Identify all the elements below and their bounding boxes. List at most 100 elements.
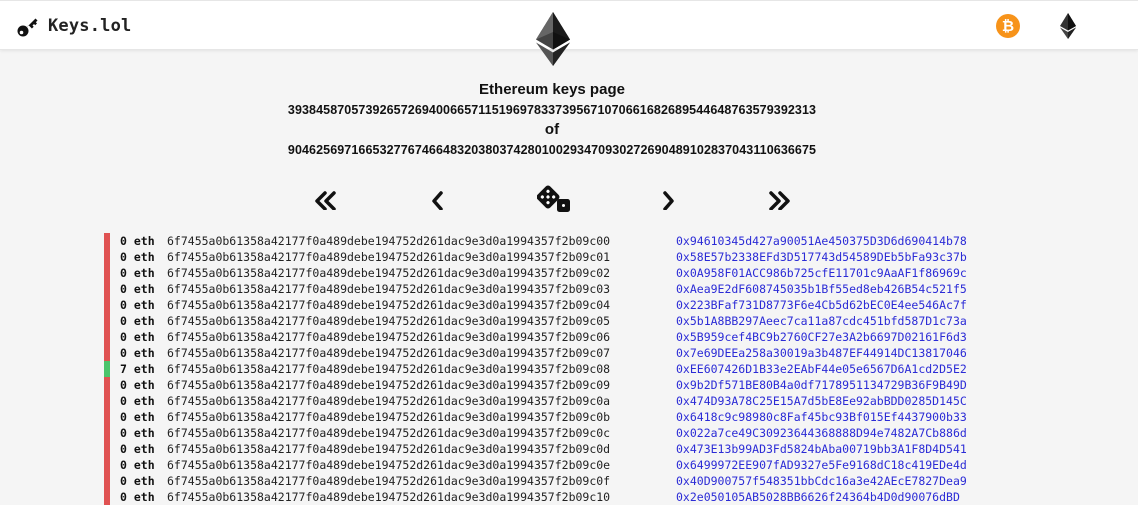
key-icon [17,18,38,37]
balance-label: 7 eth [120,362,155,376]
total-pages-number: 9046256971665327767466483203803742801002… [287,143,817,157]
balance-status-indicator [104,345,110,361]
address-link[interactable]: 0x6499972EE907fAD9327e5Fe9168dC18c419EDe… [676,457,967,473]
balance-status-indicator [104,265,110,281]
balance-status-indicator [104,473,110,489]
private-key: 6f7455a0b61358a42177f0a489debe194752d261… [167,266,611,280]
balance-label: 0 eth [120,474,155,488]
of-label: of [544,121,560,138]
balance-label: 0 eth [120,298,155,312]
dice-icon [537,185,570,212]
balance-status-indicator [104,313,110,329]
private-key: 6f7455a0b61358a42177f0a489debe194752d261… [167,234,611,248]
address-link[interactable]: 0x94610345d427a90051Ae450375D3D6d690414b… [676,233,967,249]
address-link[interactable]: 0x473E13b99AD3Fd5824bAba00719bb3A1F8D4D5… [676,441,967,457]
key-row: 0 eth 6f7455a0b61358a42177f0a489debe19475… [104,425,1104,441]
balance-status-indicator [104,393,110,409]
last-page-button[interactable] [764,180,796,220]
key-row: 0 eth 6f7455a0b61358a42177f0a489debe19475… [104,281,1104,297]
address-link[interactable]: 0x474D93A78C25E15A7d5bE8Ee92abBDD0285D14… [676,393,967,409]
private-key: 6f7455a0b61358a42177f0a489debe194752d261… [167,330,611,344]
previous-page-button[interactable] [424,180,450,220]
balance-status-indicator [104,489,110,505]
next-page-button[interactable] [656,180,682,220]
bitcoin-icon[interactable]: ₿ [996,14,1020,38]
address-link[interactable]: 0x5B959cef4BC9b2760CF27e3A2b6697D02161F6… [676,329,967,345]
balance-label: 0 eth [120,410,155,424]
private-key: 6f7455a0b61358a42177f0a489debe194752d261… [167,314,611,328]
double-chevron-right-icon [769,191,790,210]
address-link[interactable]: 0x6418c9c98980c8Faf45bc93Bf015Ef4437900b… [676,409,967,425]
first-page-button[interactable] [309,180,341,220]
key-row: 0 eth 6f7455a0b61358a42177f0a489debe19475… [104,265,1104,281]
key-row: 0 eth 6f7455a0b61358a42177f0a489debe19475… [104,345,1104,361]
address-link[interactable]: 0x022a7ce49C30923644368888D94e7482A7Cb88… [676,425,967,441]
balance-label: 0 eth [120,346,155,360]
current-page-number: 3938458705739265726940066571151969783373… [287,103,817,117]
ethereum-logo-icon [536,12,570,66]
key-row: 0 eth 6f7455a0b61358a42177f0a489debe19475… [104,393,1104,409]
brand-name: Keys.lol [48,16,132,36]
address-link[interactable]: 0x223BFaf731D8773F6e4Cb5d62bEC0E4ee546Ac… [676,297,967,313]
private-key: 6f7455a0b61358a42177f0a489debe194752d261… [167,378,611,392]
address-link[interactable]: 0x9b2Df571BE80B4a0df7178951134729B36F9B4… [676,377,967,393]
balance-label: 0 eth [120,330,155,344]
balance-status-indicator [104,249,110,265]
address-link[interactable]: 0x58E57b2338EFd3D517743d54589DEb5bFa93c3… [676,249,967,265]
key-row: 7 eth 6f7455a0b61358a42177f0a489debe19475… [104,361,1104,377]
balance-label: 0 eth [120,282,155,296]
page-title: Ethereum keys page [479,81,625,98]
balance-label: 0 eth [120,442,155,456]
key-row: 0 eth 6f7455a0b61358a42177f0a489debe19475… [104,409,1104,425]
keys-list: 0 eth 6f7455a0b61358a42177f0a489debe19475… [104,233,1104,505]
key-row: 0 eth 6f7455a0b61358a42177f0a489debe19475… [104,489,1104,505]
chevron-right-icon [663,191,674,210]
balance-status-indicator [104,441,110,457]
key-row: 0 eth 6f7455a0b61358a42177f0a489debe19475… [104,329,1104,345]
balance-status-indicator [104,409,110,425]
balance-label: 0 eth [120,234,155,248]
key-row: 0 eth 6f7455a0b61358a42177f0a489debe19475… [104,441,1104,457]
private-key: 6f7455a0b61358a42177f0a489debe194752d261… [167,362,611,376]
address-link[interactable]: 0xEE607426D1B33e2EAbF44e05e6567D6A1cd2D5… [676,361,967,377]
ethereum-nav-icon[interactable] [1060,13,1076,39]
balance-status-indicator [104,425,110,441]
balance-label: 0 eth [120,250,155,264]
address-link[interactable]: 0x7e69DEEa258a30019a3b487EF44914DC138170… [676,345,967,361]
private-key: 6f7455a0b61358a42177f0a489debe194752d261… [167,346,611,360]
address-link[interactable]: 0xAea9E2dF608745035b1Bf55ed8eb426B54c521… [676,281,967,297]
private-key: 6f7455a0b61358a42177f0a489debe194752d261… [167,410,611,424]
balance-status-indicator [104,281,110,297]
private-key: 6f7455a0b61358a42177f0a489debe194752d261… [167,474,611,488]
address-link[interactable]: 0x0A958F01ACC986b725cfE11701c9AaAF1f8696… [676,265,967,281]
key-row: 0 eth 6f7455a0b61358a42177f0a489debe19475… [104,377,1104,393]
private-key: 6f7455a0b61358a42177f0a489debe194752d261… [167,426,611,440]
private-key: 6f7455a0b61358a42177f0a489debe194752d261… [167,442,611,456]
key-row: 0 eth 6f7455a0b61358a42177f0a489debe19475… [104,249,1104,265]
balance-status-indicator [104,329,110,345]
brand-link[interactable]: Keys.lol [16,13,131,39]
balance-status-indicator [104,361,110,377]
address-link[interactable]: 0x2e050105AB5028BB6626f24364b4D0d90076dB… [676,489,960,505]
private-key: 6f7455a0b61358a42177f0a489debe194752d261… [167,394,611,408]
chevron-left-icon [432,191,443,210]
address-link[interactable]: 0x40D900757f548351bbCdc16a3e42AEcE7827De… [676,473,967,489]
double-chevron-left-icon [315,191,336,210]
balance-label: 0 eth [120,426,155,440]
balance-label: 0 eth [120,394,155,408]
private-key: 6f7455a0b61358a42177f0a489debe194752d261… [167,298,611,312]
balance-label: 0 eth [120,490,155,504]
key-row: 0 eth 6f7455a0b61358a42177f0a489debe19475… [104,457,1104,473]
private-key: 6f7455a0b61358a42177f0a489debe194752d261… [167,282,611,296]
balance-status-indicator [104,233,110,249]
svg-text:₿: ₿ [1002,17,1014,35]
random-page-button[interactable] [535,180,573,220]
private-key: 6f7455a0b61358a42177f0a489debe194752d261… [167,490,611,504]
private-key: 6f7455a0b61358a42177f0a489debe194752d261… [167,250,611,264]
balance-status-indicator [104,297,110,313]
balance-label: 0 eth [120,314,155,328]
key-row: 0 eth 6f7455a0b61358a42177f0a489debe19475… [104,233,1104,249]
key-row: 0 eth 6f7455a0b61358a42177f0a489debe19475… [104,473,1104,489]
address-link[interactable]: 0x5b1A8BB297Aeec7ca11a87cdc451bfd587D1c7… [676,313,967,329]
balance-label: 0 eth [120,378,155,392]
